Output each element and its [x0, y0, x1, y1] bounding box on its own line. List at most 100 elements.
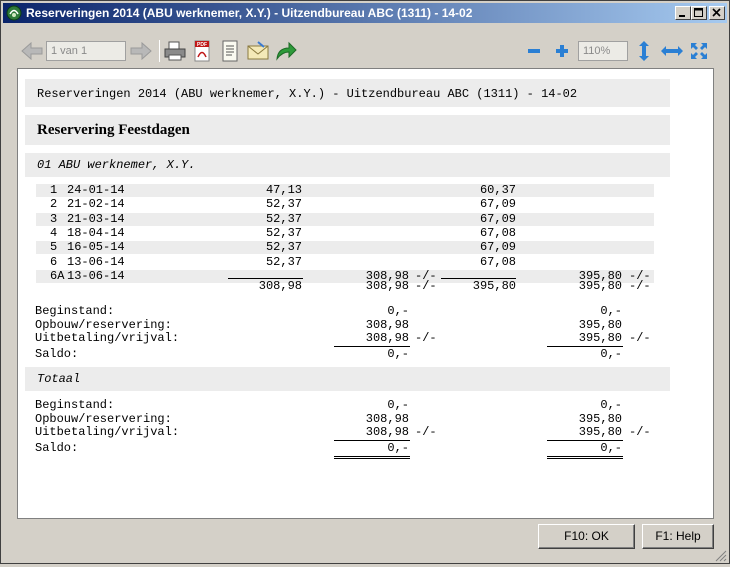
- total-amount-b: 308,98: [365, 279, 409, 293]
- employee-name: 01 ABU werknemer, X.Y.: [37, 158, 196, 172]
- row-amount-c: 67,09: [479, 240, 516, 254]
- double-line-b-2: [334, 458, 410, 459]
- ok-button[interactable]: F10: OK: [538, 524, 635, 549]
- zoom-out-icon[interactable]: [526, 40, 542, 62]
- total-band: Totaal: [25, 367, 670, 391]
- fit-height-icon[interactable]: [636, 40, 652, 62]
- row-date: 24-01-14: [67, 183, 125, 197]
- summary-label: Saldo:: [35, 441, 79, 455]
- total-sign-b: -/-: [415, 279, 437, 293]
- total-amount-d: 395,80: [578, 279, 622, 293]
- report-window: Reserveringen 2014 (ABU werknemer, X.Y.)…: [0, 0, 730, 564]
- toolbar-separator: [159, 40, 160, 62]
- summary-amount-b: 0,-: [387, 304, 409, 318]
- employee-band: 01 ABU werknemer, X.Y.: [25, 153, 670, 177]
- close-button[interactable]: [709, 6, 725, 20]
- summary-label: Beginstand:: [35, 304, 115, 318]
- row-number: 3: [50, 212, 58, 226]
- summary-label: Uitbetaling/vrijval:: [35, 425, 180, 439]
- row-amount-c: 67,08: [479, 255, 516, 269]
- row-number: 2: [50, 197, 58, 211]
- row-date: 13-06-14: [67, 255, 125, 269]
- row-amount-c: 67,08: [479, 226, 516, 240]
- zoom-in-icon[interactable]: [554, 40, 570, 62]
- section-title-band: Reservering Feestdagen: [25, 115, 670, 145]
- row-amount-a: 52,37: [265, 212, 302, 226]
- row-stripe: [36, 241, 654, 254]
- summary-sign-b: -/-: [415, 425, 437, 439]
- row-number: 6A: [50, 269, 65, 283]
- row-amount-a: 52,37: [265, 255, 302, 269]
- summary-line-d: [547, 346, 623, 347]
- svg-text:PDF: PDF: [197, 42, 207, 48]
- row-stripe: [36, 213, 654, 226]
- summary-line-b: [334, 346, 410, 347]
- row-date: 18-04-14: [67, 226, 125, 240]
- row-amount-a: 47,13: [265, 183, 302, 197]
- arrow-right-icon[interactable]: [129, 40, 153, 62]
- summary-amount-d: 0,-: [600, 441, 622, 455]
- summary-sign-b: -/-: [415, 331, 437, 345]
- summary-amount-d: 0,-: [600, 398, 622, 412]
- printer-icon[interactable]: [163, 40, 187, 62]
- report-page: Reserveringen 2014 (ABU werknemer, X.Y.)…: [18, 69, 715, 520]
- document-icon[interactable]: [219, 40, 241, 62]
- summary-amount-b: 308,98: [365, 331, 409, 345]
- double-line-b: [334, 456, 410, 457]
- summary-amount-d: 395,80: [578, 331, 622, 345]
- report-preview[interactable]: Reserveringen 2014 (ABU werknemer, X.Y.)…: [17, 68, 714, 519]
- row-amount-a: 52,37: [265, 197, 302, 211]
- page-number-input[interactable]: [46, 41, 126, 61]
- summary-line-b: [334, 440, 410, 441]
- row-amount-a: 52,37: [265, 226, 302, 240]
- window-title: Reserveringen 2014 (ABU werknemer, X.Y.)…: [26, 6, 473, 20]
- forward-icon[interactable]: [274, 40, 298, 62]
- fit-page-icon[interactable]: [689, 40, 709, 62]
- help-button[interactable]: F1: Help: [642, 524, 714, 549]
- summary-line-d: [547, 440, 623, 441]
- row-date: 16-05-14: [67, 240, 125, 254]
- zoom-level-input[interactable]: [578, 41, 628, 61]
- summary-amount-d: 395,80: [578, 425, 622, 439]
- summary-amount-b: 0,-: [387, 441, 409, 455]
- row-date: 21-03-14: [67, 212, 125, 226]
- summary-sign-d: -/-: [629, 425, 651, 439]
- report-header: Reserveringen 2014 (ABU werknemer, X.Y.)…: [37, 87, 578, 101]
- summary-amount-b: 0,-: [387, 347, 409, 361]
- summary-label: Saldo:: [35, 347, 79, 361]
- summary-amount-b: 0,-: [387, 398, 409, 412]
- row-number: 1: [50, 183, 58, 197]
- maximize-icon: [694, 8, 703, 17]
- row-amount-a: 52,37: [265, 240, 302, 254]
- row-number: 5: [50, 240, 58, 254]
- total-sign-d: -/-: [629, 279, 651, 293]
- summary-amount-b: 308,98: [365, 425, 409, 439]
- minimize-icon: [679, 15, 685, 17]
- close-icon: [712, 8, 721, 17]
- total-title: Totaal: [37, 372, 81, 386]
- row-number: 6: [50, 255, 58, 269]
- email-icon[interactable]: [246, 40, 270, 62]
- pdf-icon[interactable]: PDF: [191, 40, 213, 62]
- row-date: 13-06-14: [67, 269, 125, 283]
- arrow-left-icon[interactable]: [20, 40, 44, 62]
- row-amount-c: 67,09: [479, 197, 516, 211]
- double-line-d: [547, 456, 623, 457]
- viewer-toolbar: PDF: [17, 34, 714, 68]
- summary-label: Beginstand:: [35, 398, 115, 412]
- section-title: Reservering Feestdagen: [37, 122, 190, 138]
- app-icon: [6, 5, 22, 21]
- maximize-button[interactable]: [691, 6, 707, 20]
- total-amount-a: 308,98: [258, 279, 302, 293]
- summary-amount-d: 0,-: [600, 304, 622, 318]
- summary-amount-d: 0,-: [600, 347, 622, 361]
- title-bar[interactable]: Reserveringen 2014 (ABU werknemer, X.Y.)…: [3, 3, 727, 23]
- minimize-button[interactable]: [675, 6, 691, 20]
- resize-grip-icon[interactable]: [715, 549, 727, 562]
- row-number: 4: [50, 226, 58, 240]
- fit-width-icon[interactable]: [660, 40, 684, 62]
- row-stripe: [36, 184, 654, 197]
- row-stripe: [36, 270, 654, 283]
- report-header-band: Reserveringen 2014 (ABU werknemer, X.Y.)…: [25, 79, 670, 107]
- summary-sign-d: -/-: [629, 331, 651, 345]
